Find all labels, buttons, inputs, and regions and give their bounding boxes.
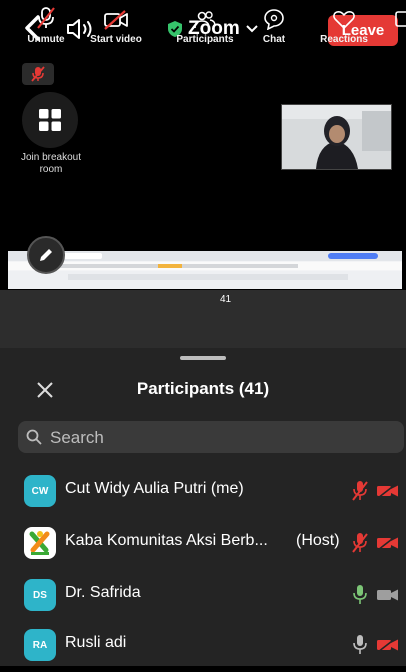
participant-name: Cut Widy Aulia Putri (me) [65,480,244,497]
chat-icon [264,9,284,30]
sheet-drag-handle[interactable] [180,356,226,360]
video-off-icon [377,638,398,652]
start-video-label: Start video [90,34,142,45]
video-off-icon [377,536,398,550]
participant-row[interactable]: Kaba Komunitas Aksi Berb... (Host) [0,518,406,570]
grid-icon [39,109,61,131]
kaba-logo [29,531,50,555]
participants-title: Participants (41) [136,379,270,398]
shared-screen-preview [8,251,402,289]
search-icon [26,429,42,445]
mic-muted-icon [352,481,368,501]
participant-name: Kaba Komunitas Aksi Berb... [65,532,268,549]
reactions-button[interactable]: Reactions [317,0,371,58]
participants-label: Participants [176,34,234,45]
self-video-thumbnail[interactable] [281,104,392,170]
search-input[interactable]: Search [18,421,404,453]
mic-muted-icon [31,66,45,82]
mic-on-icon [353,585,367,604]
muted-indicator [22,63,54,85]
search-placeholder: Search [50,428,104,447]
avatar: CW [24,475,56,507]
chat-label: Chat [262,34,286,45]
participants-icon [194,11,216,29]
video-off-icon [104,10,128,30]
mic-muted-icon [352,533,368,553]
avatar [24,527,56,559]
unmute-button[interactable]: Unmute [22,0,70,58]
video-on-icon [377,589,398,601]
unmute-label: Unmute [27,34,65,45]
annotate-button[interactable] [27,236,65,274]
person-thumbnail [282,105,391,169]
video-off-icon [377,484,398,498]
start-video-button[interactable]: Start video [83,0,149,58]
breakout-room-button[interactable] [22,92,78,148]
participant-row[interactable]: DS Dr. Safrida [0,570,406,622]
participants-count-badge: 41 [220,294,232,305]
participant-row[interactable]: CW Cut Widy Aulia Putri (me) [0,466,406,518]
participant-name: Rusli adi [65,634,127,651]
share-screen-icon [395,11,406,27]
mic-on-icon [353,635,367,654]
mic-muted-icon [37,7,55,29]
heart-icon [333,11,355,29]
participant-name: Dr. Safrida [65,584,141,601]
meeting-toolbar [0,290,406,348]
reactions-label: Reactions [320,34,368,45]
shared-screen[interactable] [8,251,402,289]
pencil-icon [40,249,52,261]
avatar: RA [24,629,56,661]
more-toolbar-button[interactable] [392,0,406,58]
chat-button[interactable]: Chat [252,0,296,58]
breakout-label: Join breakout room [20,152,82,175]
participants-button[interactable]: Participants [170,0,240,58]
avatar: DS [24,579,56,611]
participant-row[interactable]: RA Rusli adi [0,620,406,672]
host-label: (Host) [296,532,340,549]
